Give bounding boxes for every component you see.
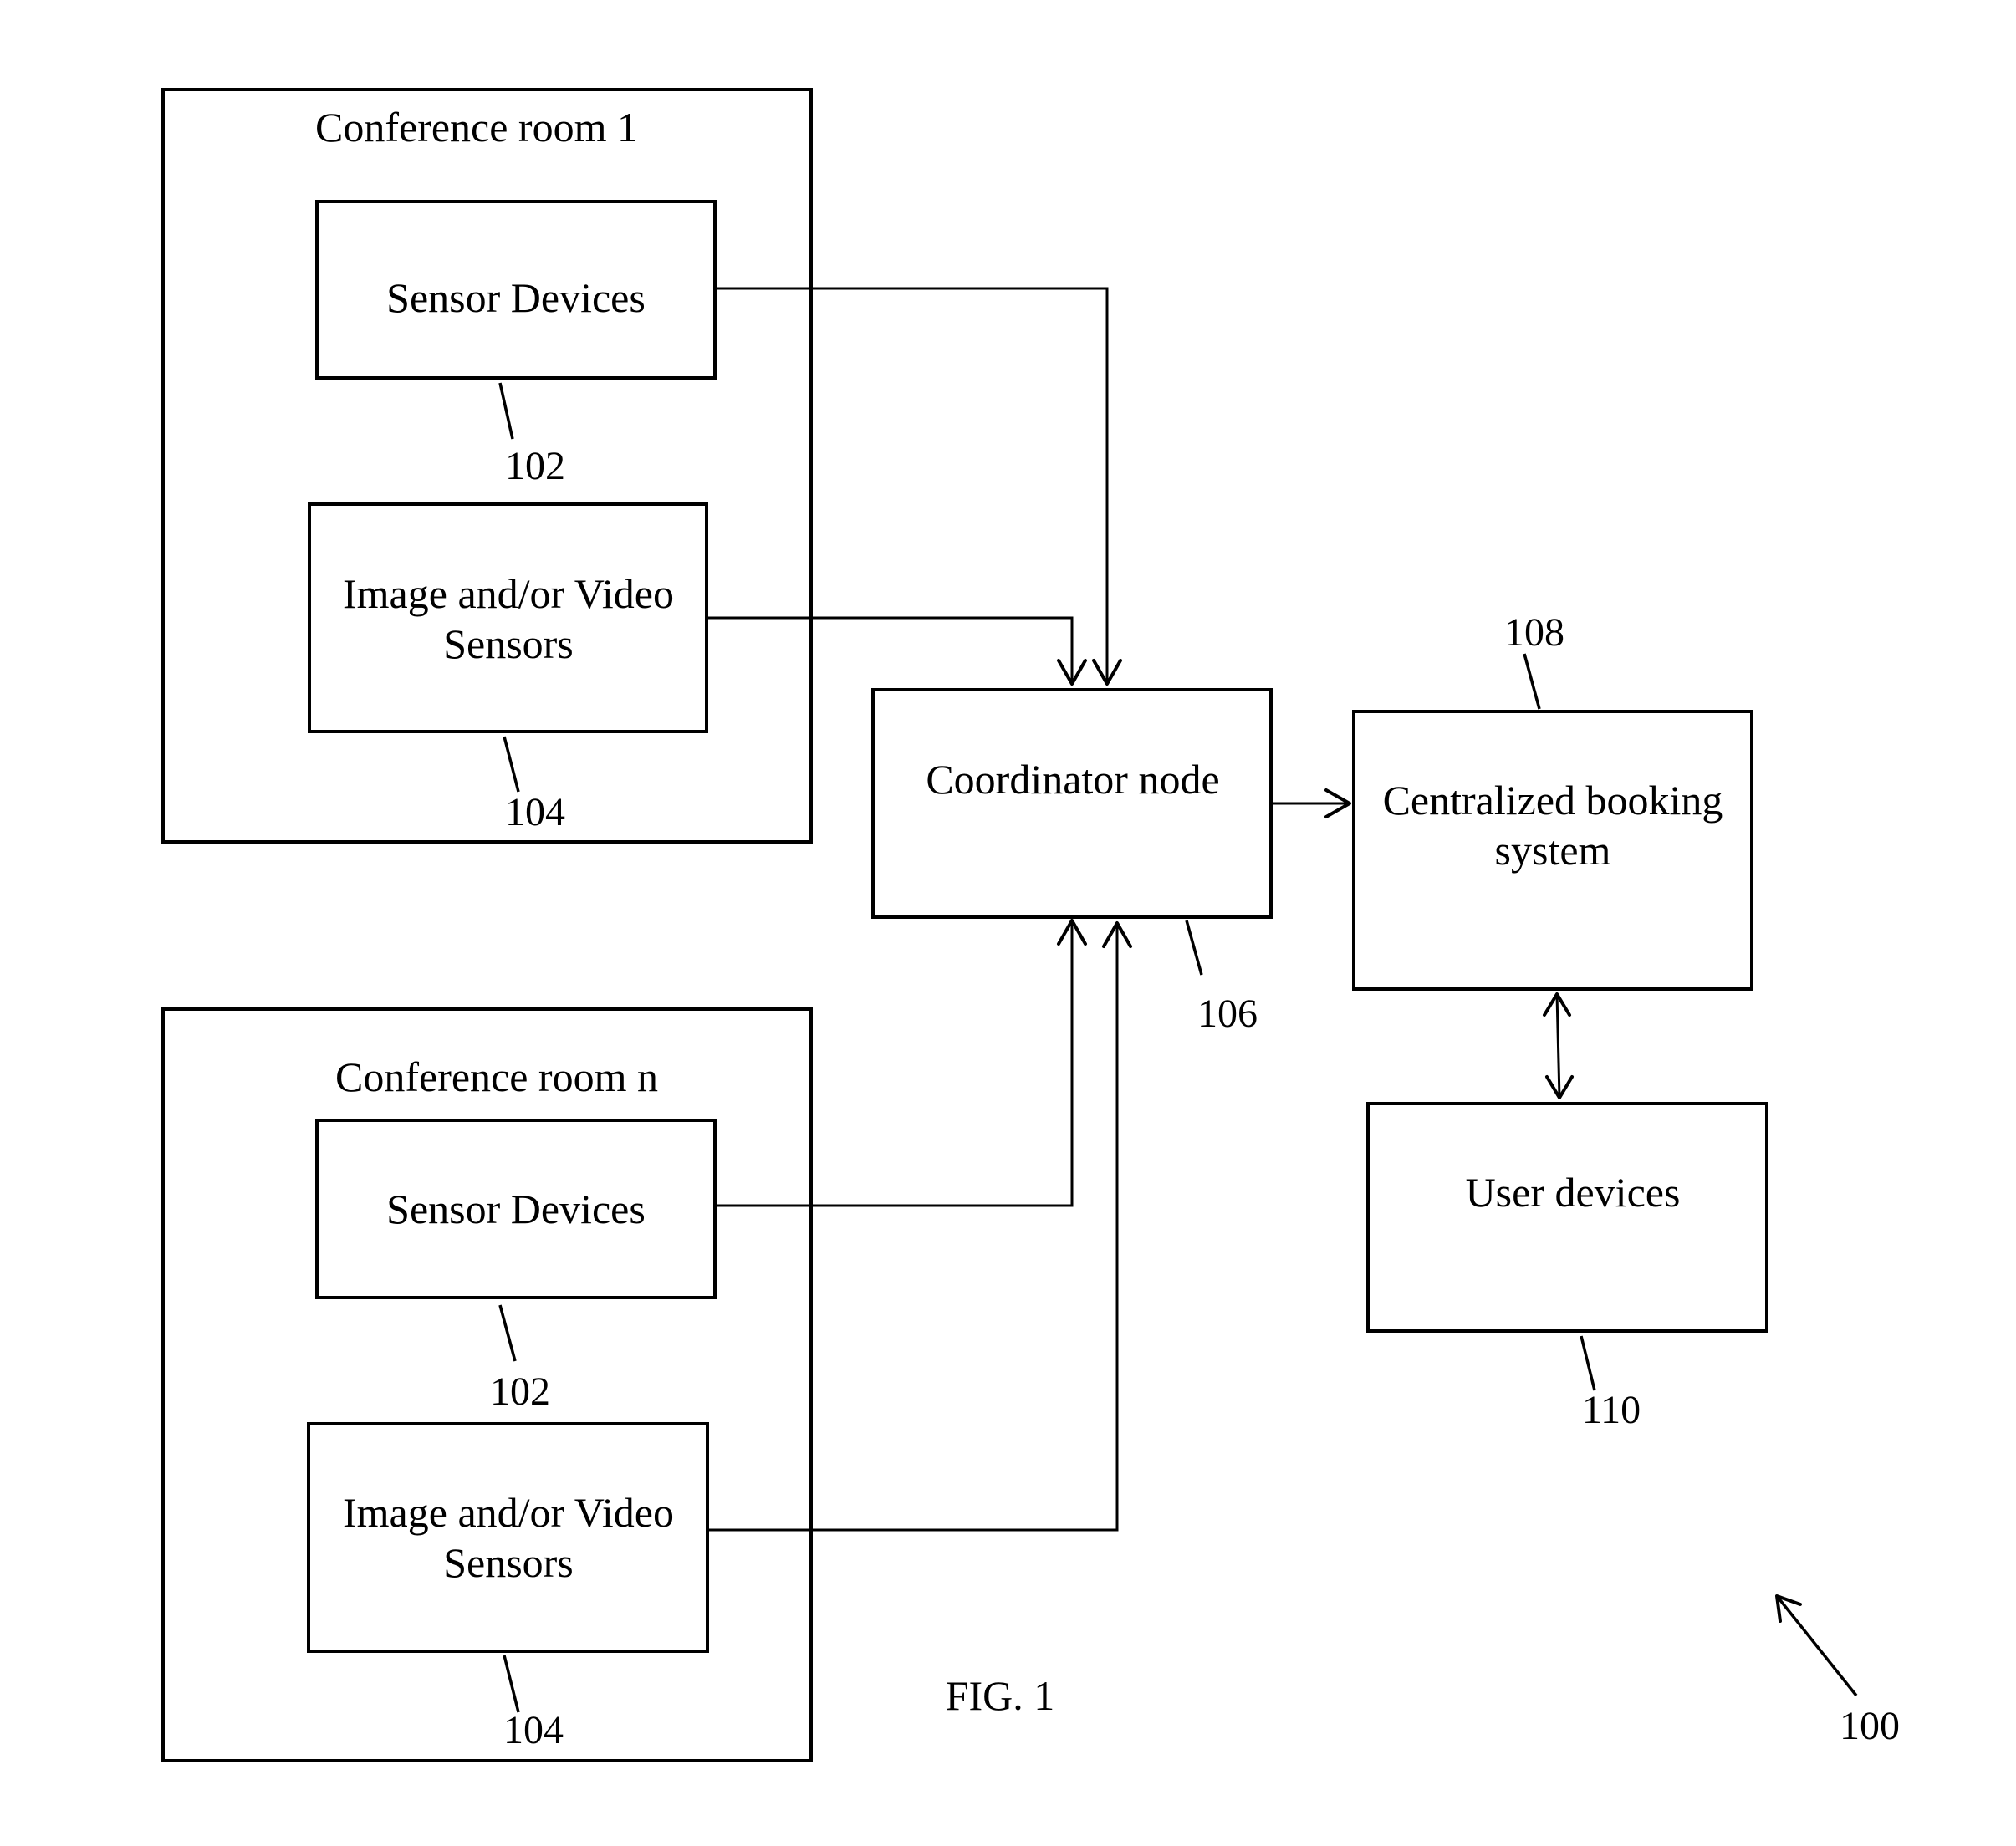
- ref-leader-104: [503, 1655, 520, 1713]
- connector-booking-user-devices: [1543, 992, 1574, 1099]
- image-video-sensors-room-n: Image and/or Video Sensors: [307, 1422, 709, 1653]
- conference-room-1-title: Conference room 1: [315, 104, 638, 150]
- user-devices: User devices: [1366, 1102, 1768, 1333]
- centralized-booking-label-line1: Centralized booking: [1383, 777, 1723, 824]
- ref-numeral-110: 110: [1582, 1388, 1641, 1432]
- connector-line: [715, 287, 1109, 684]
- ref-leader-102: [498, 382, 514, 440]
- centralized-booking-label-line2: system: [1495, 827, 1611, 874]
- connector-sensor-room1-to-coordinator: [715, 287, 1122, 686]
- conference-room-n-title: Conference room n: [335, 1053, 658, 1100]
- ref-numeral-104: 104: [503, 1708, 564, 1752]
- connector-image-room1-to-coordinator: [707, 616, 1087, 686]
- ref-leader-108: [1523, 653, 1541, 710]
- figure-caption: FIG. 1: [946, 1672, 1055, 1719]
- sensor-devices-label: Sensor Devices: [386, 1186, 646, 1232]
- connector-line: [707, 923, 1119, 1532]
- sensor-devices-room-1: Sensor Devices: [315, 200, 717, 380]
- ref-numeral-106: 106: [1197, 992, 1258, 1036]
- image-video-sensors-box: [307, 1422, 709, 1653]
- reference-arrow-line: [1775, 1594, 1858, 1697]
- coordinator-node-label: Coordinator node: [926, 756, 1219, 803]
- user-devices-box: [1366, 1102, 1768, 1333]
- ref-numeral-100: 100: [1840, 1704, 1900, 1748]
- connector-coordinator-to-booking: [1271, 788, 1351, 818]
- connector-line: [1555, 993, 1561, 1099]
- user-devices-label: User devices: [1466, 1169, 1681, 1216]
- connector-image-roomn-to-coordinator: [707, 921, 1132, 1532]
- sensor-devices-label: Sensor Devices: [386, 274, 646, 321]
- ref-leader-110: [1580, 1335, 1596, 1391]
- coordinator-node: Coordinator node: [871, 688, 1273, 919]
- image-video-sensors-label-line2: Sensors: [443, 620, 574, 667]
- image-video-sensors-label-line1: Image and/or Video: [343, 570, 674, 617]
- sensor-devices-room-n: Sensor Devices: [315, 1119, 717, 1299]
- system-diagram: Conference room 1 Sensor Devices 102 Ima…: [161, 88, 1900, 1762]
- image-video-sensors-room-1: Image and/or Video Sensors: [308, 502, 708, 733]
- coordinator-node-box: [871, 688, 1273, 919]
- conference-room-1: Conference room 1 Sensor Devices 102 Ima…: [161, 88, 813, 844]
- ref-numeral-108: 108: [1504, 610, 1564, 655]
- conference-room-n: Conference room n Sensor Devices 102 Ima…: [161, 1007, 813, 1762]
- ref-numeral-104: 104: [505, 790, 565, 834]
- ref-leader-104: [503, 736, 520, 793]
- ref-numeral-102: 102: [490, 1369, 550, 1414]
- ref-numeral-102: 102: [505, 444, 565, 488]
- image-video-sensors-box: [308, 502, 708, 733]
- image-video-sensors-label-line2: Sensors: [443, 1539, 574, 1586]
- connector-line: [715, 920, 1074, 1207]
- ref-leader-102: [498, 1304, 517, 1362]
- connector-sensor-roomn-to-coordinator: [715, 919, 1087, 1207]
- system-reference-arrow: [1775, 1594, 1858, 1697]
- connector-line: [707, 616, 1074, 684]
- centralized-booking-system: Centralized booking system: [1352, 710, 1753, 991]
- image-video-sensors-label-line1: Image and/or Video: [343, 1489, 674, 1536]
- ref-leader-106: [1185, 920, 1203, 976]
